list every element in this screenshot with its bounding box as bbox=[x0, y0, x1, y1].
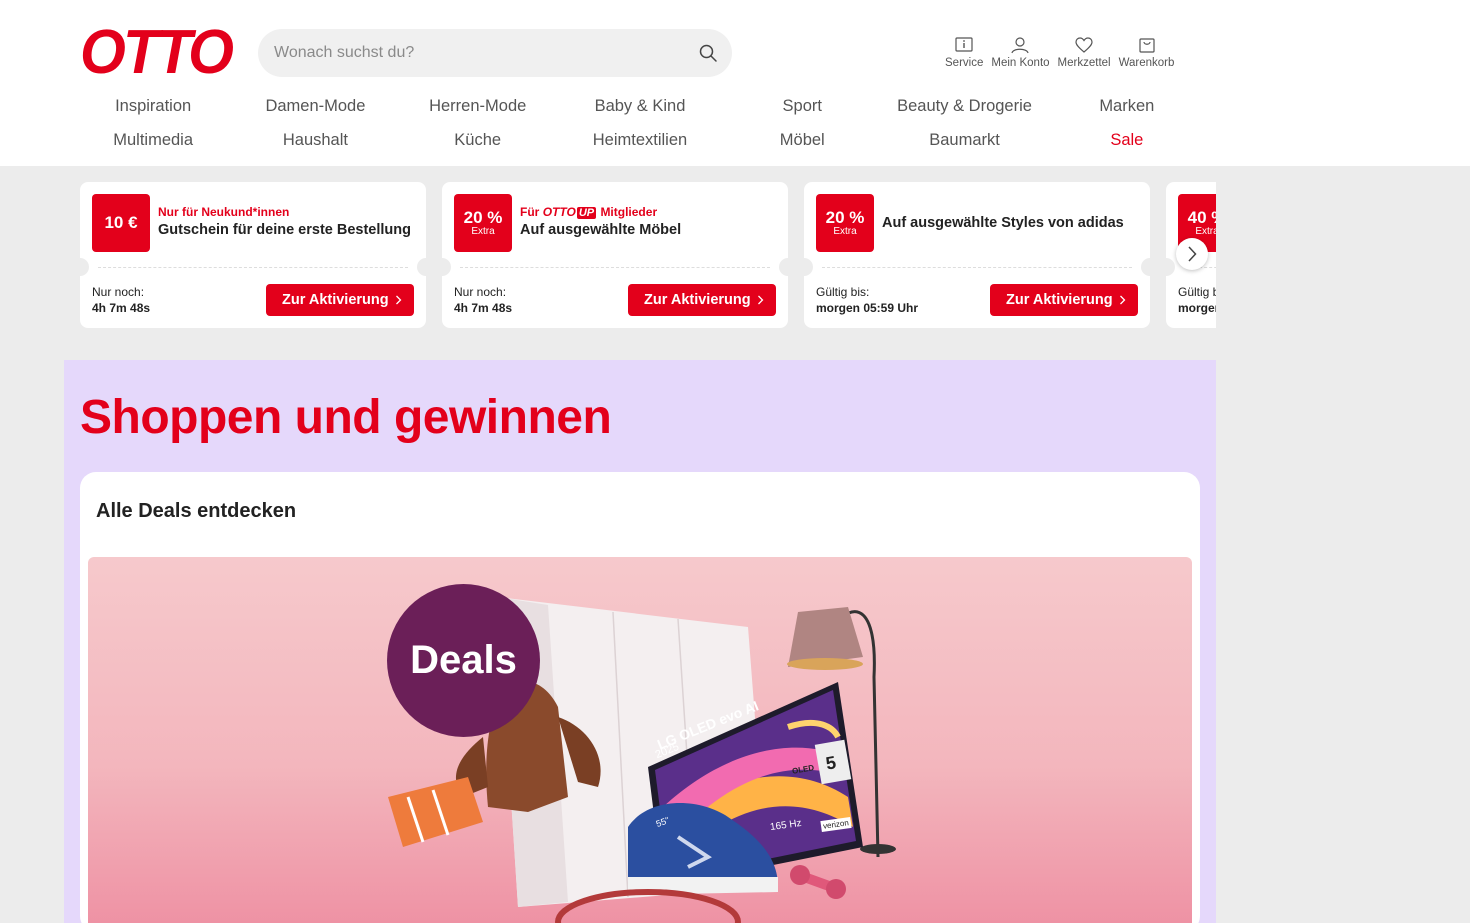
coupon-title: Auf ausgewählte Möbel bbox=[520, 222, 682, 238]
category-row-2: Multimedia Haushalt Küche Heimtextilien … bbox=[72, 124, 1208, 158]
coupon-badge-note: Extra bbox=[833, 226, 857, 237]
coupon-time-value: 4h 7m 48s bbox=[92, 301, 151, 315]
wishlist-label: Merkzettel bbox=[1057, 57, 1111, 69]
coupon-card: 10 € Nur für Neukund*innen Gutschein für… bbox=[80, 182, 435, 328]
search-bar bbox=[258, 29, 732, 77]
promo-title: Shoppen und gewinnen bbox=[80, 391, 612, 444]
category-marken[interactable]: Marken bbox=[1046, 90, 1208, 124]
category-damen-mode[interactable]: Damen-Mode bbox=[234, 90, 396, 124]
coupon-badge-value: 20 % bbox=[825, 208, 865, 227]
chevron-right-icon bbox=[1120, 295, 1126, 305]
activate-button-label: Zur Aktivierung bbox=[1006, 292, 1113, 308]
coupon-title: Gutschein für deine erste Bestellung bbox=[158, 222, 411, 238]
category-haushalt[interactable]: Haushalt bbox=[234, 124, 396, 158]
activate-button[interactable]: Zur Aktivierung bbox=[266, 284, 414, 316]
category-moebel[interactable]: Möbel bbox=[721, 124, 883, 158]
coupon-time-label: Gültig bis: bbox=[1178, 285, 1216, 299]
coupon-time-label: Nur noch: bbox=[454, 285, 507, 299]
category-sale[interactable]: Sale bbox=[1046, 124, 1208, 158]
service-label: Service bbox=[945, 57, 984, 69]
category-sport[interactable]: Sport bbox=[721, 90, 883, 124]
chevron-right-icon bbox=[758, 295, 764, 305]
heart-icon bbox=[1075, 37, 1093, 53]
deals-badge: Deals bbox=[387, 584, 540, 737]
coupon-badge-value: 10 € bbox=[104, 213, 138, 232]
activate-button-label: Zur Aktivierung bbox=[644, 292, 751, 308]
coupon-time-label: Gültig bis: bbox=[816, 285, 870, 299]
site-header: OTTO Service Mein Konto bbox=[0, 0, 1470, 166]
category-baby-kind[interactable]: Baby & Kind bbox=[559, 90, 721, 124]
service-link[interactable]: Service bbox=[945, 34, 983, 69]
coupon-eyebrow-pre: Für bbox=[520, 205, 540, 219]
coupon-badge-value: 40 % bbox=[1187, 208, 1216, 227]
category-kueche[interactable]: Küche bbox=[397, 124, 559, 158]
category-beauty-drogerie[interactable]: Beauty & Drogerie bbox=[883, 90, 1045, 124]
coupon-divider bbox=[460, 267, 770, 268]
up-badge: UP bbox=[576, 207, 597, 219]
activate-button-label: Zur Aktivierung bbox=[282, 292, 389, 308]
carousel-next-button[interactable] bbox=[1176, 238, 1208, 270]
wardrobe-illustration bbox=[388, 597, 896, 923]
wishlist-link[interactable]: Merkzettel bbox=[1058, 34, 1111, 69]
category-multimedia[interactable]: Multimedia bbox=[72, 124, 234, 158]
category-row-1: Inspiration Damen-Mode Herren-Mode Baby … bbox=[72, 90, 1208, 124]
coupon-card: 20 % Extra Für OTTO UP Mitglieder Auf aus… bbox=[433, 182, 797, 328]
account-link[interactable]: Mein Konto bbox=[991, 34, 1050, 69]
coupon-time-value: morgen 05:59 Uhr bbox=[816, 301, 919, 315]
user-icon bbox=[1011, 37, 1030, 54]
coupon-card: 20 % Extra Auf ausgewählte Styles von ad… bbox=[795, 182, 1159, 328]
otto-logo[interactable]: OTTO bbox=[80, 22, 234, 84]
coupon-badge-note: Extra bbox=[1195, 226, 1216, 237]
coupon-badge: 20 % Extra bbox=[816, 194, 874, 252]
coupon-notch bbox=[433, 258, 451, 276]
coupon-badge-note: Extra bbox=[471, 226, 495, 237]
coupon-eyebrow: Nur für Neukund*innen bbox=[158, 205, 290, 219]
coupon-time-value: 4h 7m 48s bbox=[454, 301, 513, 315]
category-nav: Inspiration Damen-Mode Herren-Mode Baby … bbox=[72, 90, 1208, 158]
coupon-eyebrow-post: Mitglieder bbox=[600, 205, 658, 219]
coupon-carousel: 10 € Nur für Neukund*innen Gutschein für… bbox=[80, 182, 1216, 328]
coupon-time-label: Nur noch: bbox=[92, 285, 145, 299]
chevron-right-icon bbox=[396, 295, 402, 305]
activate-button[interactable]: Zur Aktivierung bbox=[628, 284, 776, 316]
coupon-badge-value: 20 % bbox=[463, 208, 503, 227]
deals-banner[interactable]: Deals LG OLED evo AI 2025 55" OLED 5 165… bbox=[88, 557, 1192, 923]
category-herren-mode[interactable]: Herren-Mode bbox=[397, 90, 559, 124]
search-input[interactable] bbox=[274, 29, 674, 77]
header-actions: Service Mein Konto Merkzettel Warenkorb bbox=[945, 34, 1182, 69]
activate-button[interactable]: Zur Aktivierung bbox=[990, 284, 1138, 316]
category-baumarkt[interactable]: Baumarkt bbox=[883, 124, 1045, 158]
coupon-badge: 10 € bbox=[92, 194, 150, 252]
coupon-badge: 20 % Extra bbox=[454, 194, 512, 252]
coupon-divider bbox=[98, 267, 408, 268]
coupon-time-value: morgen 05:59 Uhr bbox=[1178, 301, 1216, 315]
coupon-notch bbox=[1157, 258, 1175, 276]
otto-up-logo: OTTO bbox=[542, 205, 576, 219]
cart-link[interactable]: Warenkorb bbox=[1118, 34, 1175, 69]
coupon-divider bbox=[822, 267, 1132, 268]
coupon-title: Auf ausgewählte Styles von adidas bbox=[882, 215, 1124, 231]
bag-icon bbox=[1138, 38, 1155, 53]
cart-label: Warenkorb bbox=[1118, 57, 1175, 69]
account-label: Mein Konto bbox=[991, 57, 1050, 69]
coupon-eyebrow: Für OTTO UP Mitglieder bbox=[520, 205, 657, 219]
category-inspiration[interactable]: Inspiration bbox=[72, 90, 234, 124]
chevron-right-icon bbox=[1188, 246, 1197, 262]
deals-heading[interactable]: Alle Deals entdecken bbox=[96, 500, 296, 523]
promo-section: Shoppen und gewinnen Alle Deals entdecke… bbox=[64, 360, 1216, 923]
coupon-notch bbox=[795, 258, 813, 276]
category-heimtextilien[interactable]: Heimtextilien bbox=[559, 124, 721, 158]
search-icon[interactable] bbox=[698, 43, 718, 63]
coupon-notch bbox=[80, 258, 89, 276]
deals-card: Alle Deals entdecken Deals LG OLED evo A… bbox=[80, 472, 1200, 923]
info-icon bbox=[955, 37, 973, 52]
